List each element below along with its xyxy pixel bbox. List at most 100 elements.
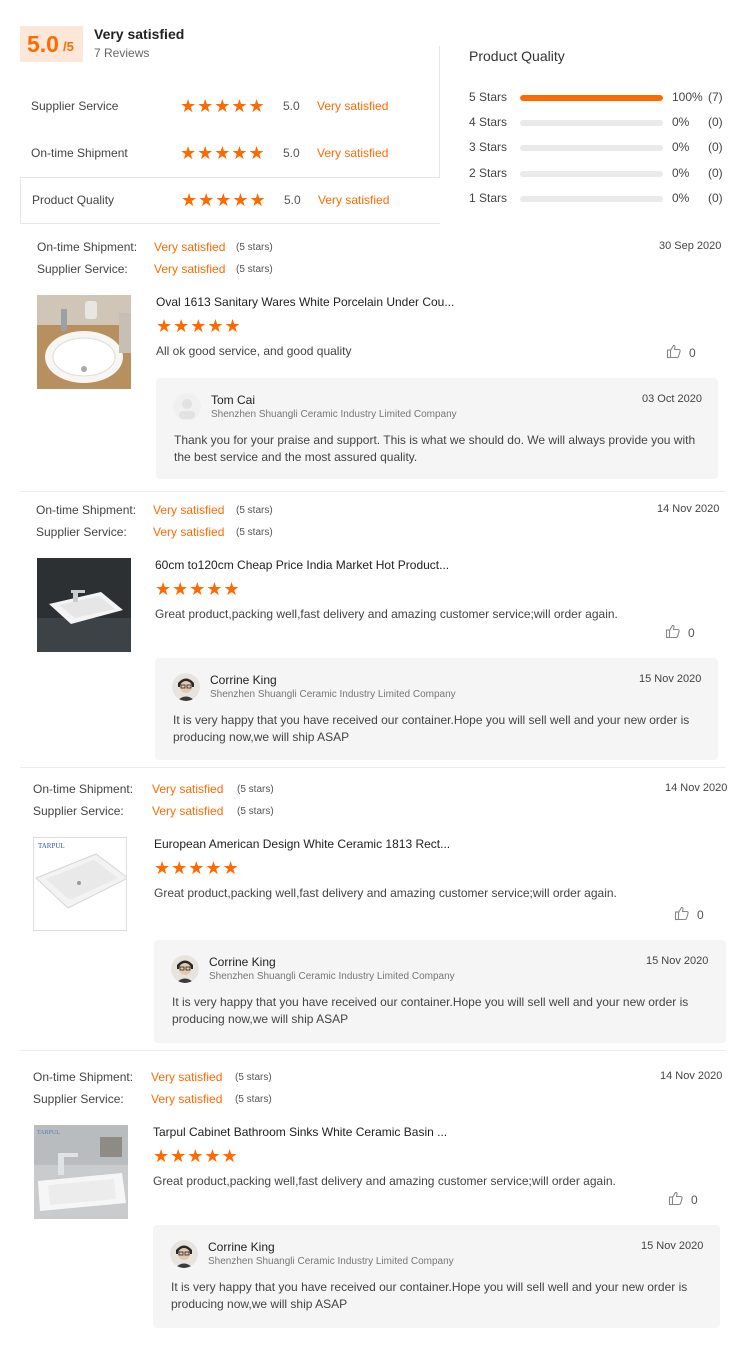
product-thumbnail[interactable] [37,558,131,652]
thumbs-up-icon [674,905,690,924]
review-date: 14 Nov 2020 [660,1070,723,1082]
reply-author-name: Corrine King [209,955,276,969]
distribution-row[interactable]: 1 Stars 0% (0) [469,191,729,207]
rating-label: Supplier Service [31,99,119,113]
distribution-row[interactable]: 5 Stars 100% (7) [469,90,729,106]
review-date: 14 Nov 2020 [665,782,728,794]
product-thumbnail[interactable]: TARPUL [33,837,127,931]
product-star-rating-icons: ★★★★★ [154,858,240,878]
distribution-count: (0) [708,191,723,205]
reply-date: 03 Oct 2020 [642,393,702,405]
shipment-label: On-time Shipment: [33,782,134,796]
product-star-rating-icons: ★★★★★ [153,1146,239,1166]
distribution-bar [520,171,663,177]
review-comment: Great product,packing well,fast delivery… [155,607,618,621]
shipment-value: Very satisfied [152,782,224,796]
reply-company: Shenzhen Shuangli Ceramic Industry Limit… [211,409,457,420]
avatar [171,955,199,983]
distribution-count: (0) [708,140,723,154]
rating-row-product-quality[interactable]: Product Quality ★★★★★ 5.0 Very satisfied [20,177,440,224]
distribution-percent: 0% [672,140,690,154]
distribution-label: 1 Stars [469,191,508,205]
service-value: Very satisfied [152,804,224,818]
reply-date: 15 Nov 2020 [646,955,709,967]
supplier-reply: Corrine King Shenzhen Shuangli Ceramic In… [154,940,726,1043]
reply-company: Shenzhen Shuangli Ceramic Industry Limit… [208,1256,454,1267]
product-title-link[interactable]: 60cm to120cm Cheap Price India Market Ho… [155,558,449,572]
service-label: Supplier Service: [36,525,127,539]
distribution-label: 4 Stars [469,115,508,129]
like-button[interactable]: 0 [666,343,696,362]
shipment-value: Very satisfied [153,503,225,517]
reply-text: It is very happy that you have received … [171,1280,688,1311]
rating-text: Very satisfied [317,146,389,160]
distribution-count: (7) [708,90,723,104]
shipment-value: Very satisfied [154,240,226,254]
like-button[interactable]: 0 [665,623,695,642]
rating-score: 5.0 [284,193,301,207]
thumbs-up-icon [666,343,682,362]
distribution-label: 3 Stars [469,140,508,154]
distribution-label: 2 Stars [469,166,508,180]
reply-text: Thank you for your praise and support. T… [174,433,696,464]
service-label: Supplier Service: [37,262,128,276]
distribution-count: (0) [708,166,723,180]
shipment-value: Very satisfied [151,1070,223,1084]
reply-author-name: Tom Cai [211,393,256,407]
overall-score-badge: 5.0 /5 [20,26,83,62]
star-rating-icons: ★★★★★ [181,190,267,210]
service-stars: (5 stars) [237,806,274,817]
thumbs-up-icon [668,1190,684,1209]
like-button[interactable]: 0 [674,905,704,924]
like-count: 0 [689,345,696,360]
distribution-label: 5 Stars [469,90,508,104]
like-count: 0 [688,625,695,640]
reply-text: It is very happy that you have received … [173,713,690,744]
service-stars: (5 stars) [236,264,273,275]
rating-row-supplier-service: Supplier Service ★★★★★ 5.0 Very satisfie… [20,84,440,131]
brand-logo-text: TARPUL [38,842,65,850]
overall-rating-text: Very satisfied [94,26,185,42]
rating-label: On-time Shipment [31,146,128,160]
distribution-row[interactable]: 4 Stars 0% (0) [469,115,729,131]
product-thumbnail[interactable]: TARPUL [34,1125,128,1219]
product-thumbnail[interactable] [37,295,131,389]
reply-date: 15 Nov 2020 [639,673,702,685]
distribution-row[interactable]: 3 Stars 0% (0) [469,140,729,156]
reply-company: Shenzhen Shuangli Ceramic Industry Limit… [209,971,455,982]
review-count: 7 Reviews [94,46,150,60]
rating-score: 5.0 [283,146,300,160]
review-date: 14 Nov 2020 [657,503,720,515]
shipment-stars: (5 stars) [236,242,273,253]
brand-logo-text: TARPUL [37,1130,60,1136]
like-button[interactable]: 0 [668,1190,698,1209]
service-label: Supplier Service: [33,1092,124,1106]
reply-text: It is very happy that you have received … [172,995,689,1026]
distribution-percent: 100% [672,90,703,104]
product-title-link[interactable]: Tarpul Cabinet Bathroom Sinks White Cera… [153,1125,447,1139]
shipment-label: On-time Shipment: [36,503,137,517]
thumbs-up-icon [665,623,681,642]
review-date: 30 Sep 2020 [659,240,722,252]
review-divider [20,1050,726,1051]
product-title-link[interactable]: Oval 1613 Sanitary Wares White Porcelain… [156,295,454,309]
rating-row-on-time-shipment: On-time Shipment ★★★★★ 5.0 Very satisfie… [20,131,440,178]
product-star-rating-icons: ★★★★★ [155,579,241,599]
service-stars: (5 stars) [236,527,273,538]
shipment-label: On-time Shipment: [37,240,138,254]
product-title-link[interactable]: European American Design White Ceramic 1… [154,837,450,851]
review-comment: All ok good service, and good quality [156,344,352,358]
rating-score: 5.0 [283,99,300,113]
distribution-percent: 0% [672,191,690,205]
distribution-bar [520,196,663,202]
distribution-title: Product Quality [469,48,565,64]
review-comment: Great product,packing well,fast delivery… [153,1174,616,1188]
distribution-count: (0) [708,115,723,129]
star-rating-icons: ★★★★★ [180,96,266,116]
distribution-percent: 0% [672,115,690,129]
distribution-bar-fill [520,95,663,101]
distribution-bar [520,120,663,126]
avatar [173,393,201,421]
rating-text: Very satisfied [317,99,389,113]
distribution-row[interactable]: 2 Stars 0% (0) [469,166,729,182]
